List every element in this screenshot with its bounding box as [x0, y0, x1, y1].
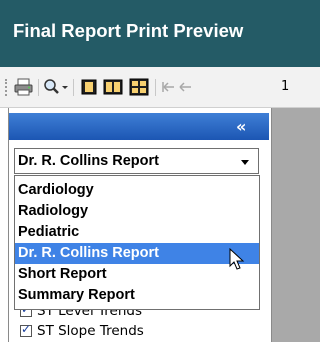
- checkbox-label: ST Slope Trends: [37, 323, 144, 339]
- toolbar-separator: [73, 79, 74, 96]
- toolbar: [0, 67, 320, 108]
- two-page-icon[interactable]: [103, 78, 123, 96]
- report-dropdown-list: Cardiology Radiology Pediatric Dr. R. Co…: [14, 175, 260, 310]
- title-bar: Final Report Print Preview: [0, 0, 320, 67]
- window-title: Final Report Print Preview: [13, 20, 244, 41]
- previous-page-icon[interactable]: [177, 78, 193, 96]
- dropdown-option[interactable]: Pediatric: [15, 222, 259, 243]
- dropdown-option[interactable]: Short Report: [15, 264, 259, 285]
- mouse-cursor-icon: [229, 248, 245, 270]
- chevron-down-icon: [241, 160, 249, 165]
- checkbox[interactable]: ✓: [20, 322, 32, 337]
- zoom-icon[interactable]: [42, 78, 70, 96]
- single-page-icon[interactable]: [80, 78, 98, 96]
- page-number[interactable]: 1: [281, 79, 289, 94]
- dropdown-option[interactable]: Cardiology: [15, 180, 259, 201]
- first-page-icon[interactable]: [160, 78, 176, 96]
- four-page-icon[interactable]: [129, 78, 149, 96]
- toolbar-separator: [155, 79, 156, 96]
- collapse-panel-button[interactable]: «: [236, 117, 246, 136]
- dropdown-option-selected[interactable]: Dr. R. Collins Report: [15, 243, 259, 264]
- panel-header: [9, 113, 269, 140]
- report-select[interactable]: Dr. R. Collins Report: [14, 148, 259, 174]
- toolbar-grip[interactable]: [5, 79, 9, 96]
- checkmark-icon: ✓: [21, 322, 32, 336]
- dropdown-option[interactable]: Radiology: [15, 201, 259, 222]
- dropdown-option[interactable]: Summary Report: [15, 285, 259, 306]
- report-select-value: Dr. R. Collins Report: [18, 153, 159, 169]
- toolbar-separator: [38, 79, 39, 96]
- print-icon[interactable]: [13, 78, 35, 96]
- preview-area: [272, 108, 320, 342]
